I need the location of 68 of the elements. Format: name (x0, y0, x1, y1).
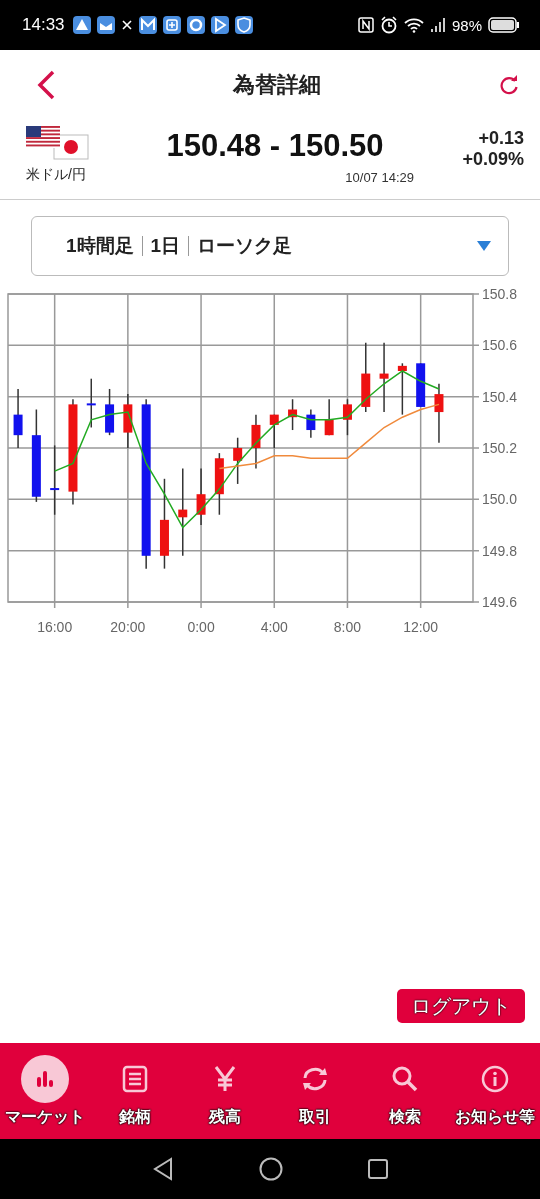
nav-tab[interactable]: マーケット (0, 1043, 90, 1139)
nav-tab[interactable]: 残高 (180, 1043, 270, 1139)
y-axis-label: 149.8 (482, 542, 518, 559)
y-axis-label: 150.8 (482, 286, 518, 302)
candlestick (361, 342, 371, 413)
candlestick (342, 398, 352, 436)
candlestick (397, 362, 407, 416)
candlestick (214, 452, 224, 516)
currency-pair: 米ドル/円 (26, 166, 87, 184)
y-axis-label: 150.4 (482, 388, 518, 405)
battery-percentage: 98% (451, 16, 482, 34)
home-nav-icon[interactable] (259, 1157, 283, 1181)
x-axis-label: 0:00 (187, 619, 215, 635)
y-axis-label: 150.2 (482, 440, 518, 456)
notification-icon (96, 16, 115, 34)
candlestick (105, 388, 115, 436)
price-change-percent: +0.09% (462, 149, 524, 170)
candlestick (13, 388, 23, 449)
price-change: +0.13 (478, 128, 524, 149)
bid-ask-price: 150.48 - 150.50 (166, 128, 384, 164)
wifi-icon (403, 17, 424, 33)
x-icon (120, 19, 133, 31)
y-axis-label: 149.6 (482, 594, 518, 610)
candlestick (86, 377, 96, 429)
page-title: 為替詳細 (233, 71, 321, 99)
candlestick (269, 413, 279, 449)
recents-nav-icon[interactable] (367, 1159, 388, 1179)
candlestick (379, 342, 389, 413)
logout-button[interactable]: ログアウト (397, 989, 525, 1023)
battery-icon (488, 17, 520, 33)
flag-icon (26, 126, 90, 160)
timestamp: 10/07 14:29 (345, 170, 414, 185)
nfc-icon (357, 17, 374, 33)
nav-tab[interactable]: お知らせ等 (450, 1043, 540, 1139)
nav-tab[interactable]: 検索 (360, 1043, 450, 1139)
nav-tab[interactable]: 取引 (270, 1043, 360, 1139)
notification-icon (210, 16, 229, 34)
refresh-icon[interactable] (498, 74, 520, 96)
notification-icon (138, 16, 157, 34)
y-axis-label: 150.6 (482, 337, 518, 354)
x-axis-label: 16:00 (37, 619, 73, 635)
candlestick (306, 408, 316, 439)
candlestick (196, 467, 206, 526)
candlestick (123, 393, 133, 449)
nav-tab[interactable]: 銘柄 (90, 1043, 180, 1139)
status-time: 14:33 (22, 15, 65, 35)
candlestick (288, 398, 298, 431)
candlestick (434, 383, 444, 444)
notification-icon (186, 16, 205, 34)
x-axis-label: 20:00 (110, 619, 146, 635)
chart-type-dropdown[interactable]: 1時間足 1日 ローソク足 (31, 216, 509, 276)
signal-icon (429, 17, 446, 33)
alarm-icon (379, 16, 398, 34)
back-nav-icon[interactable] (152, 1157, 175, 1181)
candlestick (324, 398, 334, 436)
x-axis-label: 12:00 (403, 619, 439, 635)
candlestick (416, 362, 426, 408)
dropdown-caret-icon (476, 240, 492, 252)
x-axis-label: 4:00 (260, 619, 288, 635)
x-axis-label: 8:00 (333, 619, 362, 635)
notification-icon (234, 16, 253, 34)
back-icon[interactable] (36, 69, 56, 101)
notification-icon (72, 16, 91, 34)
y-axis-label: 150.0 (482, 491, 518, 508)
candlestick (50, 444, 60, 516)
candlestick (251, 413, 261, 470)
notification-icon (162, 16, 181, 34)
candlestick (233, 437, 243, 485)
